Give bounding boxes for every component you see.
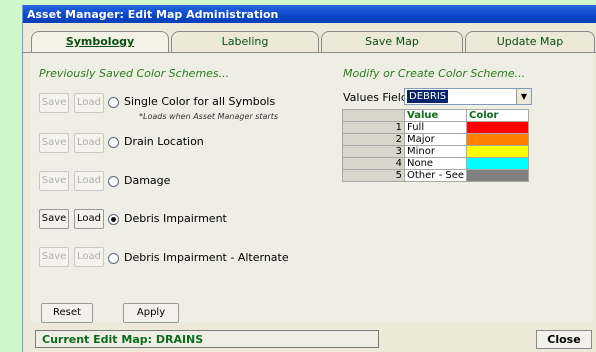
table-row[interactable]: 1 Full — [342, 121, 530, 134]
values-field-value: DEBRIS — [407, 90, 449, 103]
color-scheme-grid: Value Color 1 Full 2 Major 3 Minor 4 Non… — [342, 109, 530, 182]
row-number: 1 — [342, 121, 405, 134]
modify-scheme-heading: Modify or Create Color Scheme... — [343, 67, 526, 80]
table-row[interactable]: 5 Other - See — [342, 169, 530, 182]
window-title: Asset Manager: Edit Map Administration — [23, 5, 596, 23]
tab-symbology[interactable]: Symbology — [31, 31, 169, 53]
close-button[interactable]: Close — [536, 330, 592, 349]
save-button-damage[interactable]: Save — [39, 171, 69, 191]
color-swatch[interactable] — [466, 133, 530, 146]
table-row[interactable]: 4 None — [342, 157, 530, 170]
save-button-debris-impairment[interactable]: Save — [39, 209, 69, 229]
table-row[interactable]: 2 Major — [342, 133, 530, 146]
reset-button[interactable]: Reset — [41, 303, 93, 323]
symbology-panel: Previously Saved Color Schemes... Save L… — [31, 53, 593, 323]
scheme-label-debris-alternate: Debris Impairment - Alternate — [124, 251, 289, 264]
tab-save-map[interactable]: Save Map — [321, 31, 463, 52]
grid-header-row: Value Color — [342, 109, 530, 122]
value-cell[interactable]: Major — [403, 133, 468, 146]
scheme-label-single-color: Single Color for all Symbols — [124, 95, 276, 108]
value-cell[interactable]: Minor — [403, 145, 468, 158]
color-swatch[interactable] — [466, 169, 530, 182]
grid-corner — [342, 109, 405, 122]
chevron-down-icon[interactable]: ▼ — [516, 89, 531, 104]
value-cell[interactable]: Full — [403, 121, 468, 134]
scheme-label-damage: Damage — [124, 174, 171, 187]
edit-map-admin-window: Asset Manager: Edit Map Administration S… — [22, 5, 596, 352]
value-cell[interactable]: Other - See — [403, 169, 468, 182]
scheme-label-drain-location: Drain Location — [124, 135, 204, 148]
apply-button[interactable]: Apply — [123, 303, 179, 323]
save-button-single-color[interactable]: Save — [39, 93, 69, 113]
load-button-debris-alternate[interactable]: Load — [74, 247, 104, 267]
radio-debris-alternate[interactable] — [108, 253, 119, 264]
radio-damage[interactable] — [108, 176, 119, 187]
load-button-drain-location[interactable]: Load — [74, 133, 104, 153]
table-row[interactable]: 3 Minor — [342, 145, 530, 158]
current-edit-map-status: Current Edit Map: DRAINS — [35, 330, 379, 348]
load-button-single-color[interactable]: Load — [74, 93, 104, 113]
color-swatch[interactable] — [466, 145, 530, 158]
color-swatch[interactable] — [466, 121, 530, 134]
radio-debris-impairment[interactable] — [108, 214, 119, 225]
tab-labeling[interactable]: Labeling — [171, 31, 319, 52]
tab-update-map[interactable]: Update Map — [465, 31, 595, 52]
startup-note: *Loads when Asset Manager starts — [139, 112, 279, 121]
tab-strip: Symbology Labeling Save Map Update Map — [23, 31, 596, 53]
save-button-debris-alternate[interactable]: Save — [39, 247, 69, 267]
value-cell[interactable]: None — [403, 157, 468, 170]
values-field-label: Values Field: — [343, 91, 412, 104]
color-swatch[interactable] — [466, 157, 530, 170]
row-number: 4 — [342, 157, 405, 170]
values-field-select[interactable]: DEBRIS ▼ — [404, 88, 532, 105]
row-number: 5 — [342, 169, 405, 182]
radio-single-color[interactable] — [108, 97, 119, 108]
column-header-value: Value — [403, 109, 468, 122]
scheme-label-debris-impairment: Debris Impairment — [124, 212, 227, 225]
row-number: 2 — [342, 133, 405, 146]
load-button-debris-impairment[interactable]: Load — [74, 209, 104, 229]
load-button-damage[interactable]: Load — [74, 171, 104, 191]
save-button-drain-location[interactable]: Save — [39, 133, 69, 153]
column-header-color: Color — [466, 109, 530, 122]
row-number: 3 — [342, 145, 405, 158]
radio-drain-location[interactable] — [108, 137, 119, 148]
saved-schemes-heading: Previously Saved Color Schemes... — [39, 67, 230, 80]
